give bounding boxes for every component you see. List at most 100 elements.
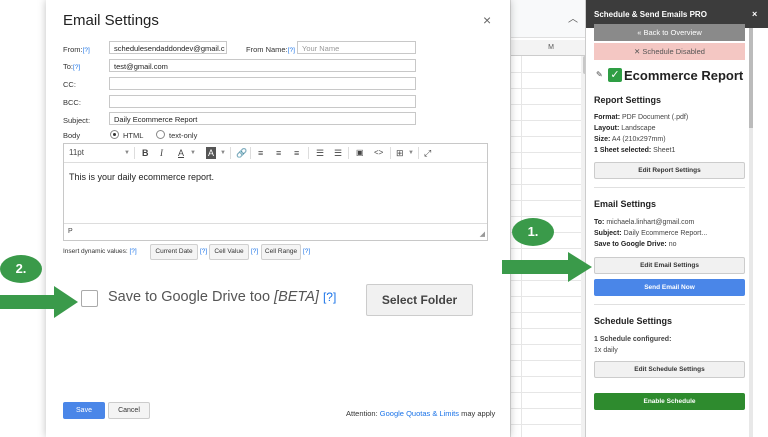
- chevron-down-icon[interactable]: ▼: [190, 147, 196, 159]
- table-icon[interactable]: ⊞: [396, 147, 404, 159]
- save-button[interactable]: Save: [63, 402, 105, 419]
- grid-line: [511, 312, 581, 313]
- current-date-button[interactable]: Current Date: [150, 244, 198, 260]
- grid-line: [511, 104, 581, 105]
- cell-value-help-link[interactable]: [?]: [251, 248, 258, 255]
- format-label: Format:: [594, 114, 621, 121]
- html-radio[interactable]: [110, 130, 119, 139]
- grid-line: [511, 216, 581, 217]
- grid-line: [511, 184, 581, 185]
- toolbar-divider: [230, 147, 231, 159]
- from-name-label: From Name:[?]: [246, 45, 295, 54]
- grid-line: [511, 72, 581, 73]
- cc-label: CC:: [63, 80, 76, 89]
- schedule-settings-heading: Schedule Settings: [594, 316, 673, 326]
- chevron-down-icon[interactable]: ▼: [124, 147, 130, 159]
- cancel-button[interactable]: Cancel: [108, 402, 150, 419]
- screen: ︿ M Email Settings × From:[?] schedulese…: [0, 0, 768, 437]
- spreadsheet-background: ︿ M: [510, 0, 591, 437]
- align-right-icon[interactable]: ≡: [294, 147, 299, 159]
- grid-line: [511, 120, 581, 121]
- text-only-radio[interactable]: [156, 130, 165, 139]
- edit-schedule-settings-button[interactable]: Edit Schedule Settings: [594, 361, 745, 378]
- current-date-help-link[interactable]: [?]: [200, 248, 207, 255]
- attention-prefix: Attention:: [346, 409, 378, 418]
- align-left-icon[interactable]: ≡: [258, 147, 263, 159]
- chevron-up-icon[interactable]: ︿: [568, 10, 578, 25]
- editor-content[interactable]: This is your daily ecommerce report.: [69, 172, 214, 182]
- fullscreen-icon[interactable]: ⤢: [424, 147, 431, 159]
- chevron-down-icon[interactable]: ▼: [408, 147, 414, 159]
- send-email-now-button[interactable]: Send Email Now: [594, 279, 745, 296]
- sidebar-scrollbar-thumb[interactable]: [749, 28, 753, 128]
- enable-schedule-button[interactable]: Enable Schedule: [594, 393, 745, 410]
- font-color-button[interactable]: A: [178, 147, 184, 159]
- grid-line: [511, 152, 581, 153]
- image-icon[interactable]: ▣: [356, 147, 364, 159]
- to-help-link[interactable]: [?]: [73, 64, 80, 71]
- sheet-info: 1 Sheet selected: Sheet1: [594, 147, 675, 154]
- column-header-m[interactable]: M: [511, 40, 591, 56]
- close-icon[interactable]: ×: [483, 12, 491, 28]
- subject-value: Daily Ecommerce Report...: [623, 230, 708, 237]
- grid-line: [511, 200, 581, 201]
- html-radio-label: HTML: [123, 131, 144, 140]
- grid-line: [511, 344, 581, 345]
- grid-line: [511, 392, 581, 393]
- editor-path: P: [64, 223, 487, 240]
- quotas-limits-link[interactable]: Google Quotas & Limits: [380, 409, 459, 418]
- chevron-down-icon[interactable]: ▼: [220, 147, 226, 159]
- subject-field[interactable]: Daily Ecommerce Report: [109, 112, 416, 125]
- subject-label: Subject:: [594, 230, 622, 237]
- body-editor[interactable]: 11pt ▼ B I A ▼ A ▼ 🔗 ≡ ≡ ≡ ☰ ☰ ▣ <> ⊞ ▼ …: [63, 143, 488, 241]
- from-name-label-text: From Name:: [246, 45, 288, 54]
- code-icon[interactable]: <>: [374, 147, 383, 159]
- bold-button[interactable]: B: [142, 147, 149, 159]
- drive-info: Save to Google Drive: no: [594, 241, 677, 248]
- from-label-text: From:: [63, 45, 83, 54]
- edit-report-settings-button[interactable]: Edit Report Settings: [594, 162, 745, 179]
- cell-range-help-link[interactable]: [?]: [303, 248, 310, 255]
- grid-line: [511, 296, 581, 297]
- select-folder-button[interactable]: Select Folder: [366, 284, 473, 316]
- pencil-icon[interactable]: ✎: [596, 70, 603, 79]
- italic-button[interactable]: I: [160, 147, 163, 159]
- toolbar-divider: [418, 147, 419, 159]
- from-field[interactable]: schedulesendaddondev@gmail.c: [109, 41, 227, 54]
- drive-help-link[interactable]: [?]: [323, 290, 336, 304]
- bcc-field[interactable]: [109, 95, 416, 108]
- to-field[interactable]: test@gmail.com: [109, 59, 416, 72]
- cell-value-button[interactable]: Cell Value: [209, 244, 249, 260]
- toolbar-divider: [250, 147, 251, 159]
- font-size-select[interactable]: 11pt: [69, 147, 84, 159]
- back-to-overview-button[interactable]: « Back to Overview: [594, 24, 745, 41]
- align-center-icon[interactable]: ≡: [276, 147, 281, 159]
- schedule-status-badge: ✕ Schedule Disabled: [594, 43, 745, 60]
- from-help-link[interactable]: [?]: [83, 47, 90, 54]
- toolbar-divider: [390, 147, 391, 159]
- drive-label: Save to Google Drive:: [594, 241, 667, 248]
- toolbar-divider: [134, 147, 135, 159]
- close-icon[interactable]: ×: [752, 9, 757, 19]
- save-to-drive-checkbox[interactable]: [81, 290, 98, 307]
- resize-handle-icon[interactable]: ◢: [480, 230, 485, 238]
- sheet-label: 1 Sheet selected:: [594, 147, 652, 154]
- highlight-button[interactable]: A: [206, 147, 216, 159]
- from-name-help-link[interactable]: [?]: [288, 47, 295, 54]
- sheet-value: Sheet1: [653, 147, 676, 154]
- to-label: To:: [594, 219, 605, 226]
- edit-email-settings-button[interactable]: Edit Email Settings: [594, 257, 745, 274]
- sheet-toolbar: [511, 0, 591, 38]
- text-only-radio-label: text-only: [169, 131, 198, 140]
- grid-line: [511, 328, 581, 329]
- bulleted-list-icon[interactable]: ☰: [334, 147, 342, 159]
- from-name-field[interactable]: Your Name: [297, 41, 416, 54]
- numbered-list-icon[interactable]: ☰: [316, 147, 324, 159]
- cell-range-button[interactable]: Cell Range: [261, 244, 301, 260]
- section-divider: [594, 304, 745, 305]
- dynamic-values-help-link[interactable]: [?]: [129, 248, 136, 255]
- link-icon[interactable]: 🔗: [236, 147, 247, 159]
- cc-field[interactable]: [109, 77, 416, 90]
- dynamic-values-label: Insert dynamic values: [?]: [63, 248, 137, 255]
- dialog-title: Email Settings: [63, 12, 159, 29]
